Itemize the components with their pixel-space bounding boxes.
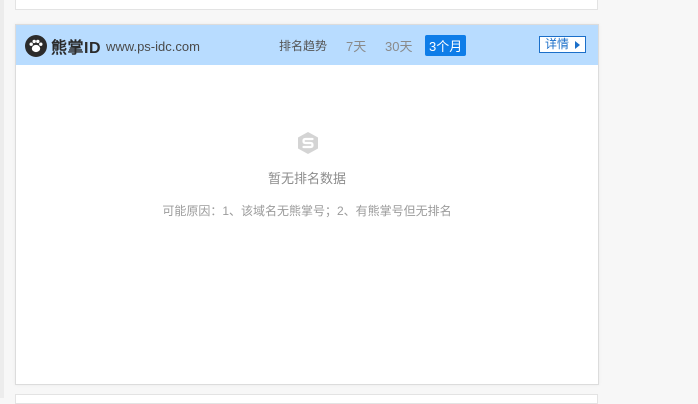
tab-30-days[interactable]: 30天 — [385, 36, 412, 55]
detail-label: 详情 — [545, 37, 570, 51]
card-header: 熊掌ID www.ps-idc.com 排名趋势 7天 30天 3个月 详情 — [16, 25, 598, 65]
brand: 熊掌ID www.ps-idc.com — [25, 35, 200, 57]
tab-7-days[interactable]: 7天 — [346, 36, 366, 55]
left-edge-strip — [0, 0, 4, 398]
brand-name: 熊掌ID — [51, 40, 102, 57]
s-logo-icon — [296, 131, 320, 155]
tab-3-months[interactable]: 3个月 — [425, 35, 467, 56]
next-card-edge — [15, 394, 598, 404]
ranking-card: 熊掌ID www.ps-idc.com 排名趋势 7天 30天 3个月 详情 暂… — [15, 24, 599, 385]
paw-icon — [25, 35, 47, 57]
detail-button[interactable]: 详情 — [539, 36, 586, 53]
empty-state-title: 暂无排名数据 — [267, 171, 346, 186]
ranking-trend-label: 排名趋势 — [279, 39, 328, 53]
empty-state-reason: 可能原因：1、该域名无熊掌号；2、有熊掌号但无排名 — [162, 204, 452, 218]
domain-text: www.ps-idc.com — [106, 38, 200, 54]
previous-card-edge — [15, 0, 598, 10]
caret-right-icon — [575, 41, 580, 49]
